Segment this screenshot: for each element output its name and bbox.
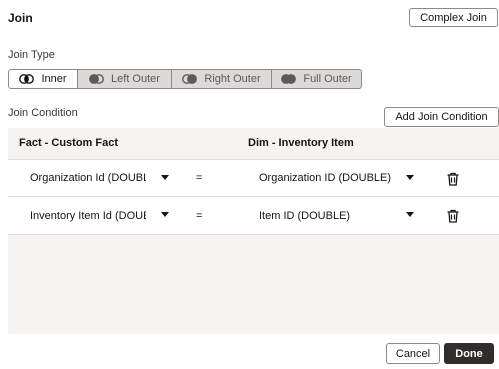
right-table-header: Dim - Inventory Item [248, 137, 354, 149]
chevron-down-icon[interactable] [161, 212, 169, 217]
chevron-down-icon[interactable] [406, 175, 414, 180]
trash-icon[interactable] [446, 209, 460, 223]
join-type-left-outer-label: Left Outer [111, 73, 160, 85]
cancel-button[interactable]: Cancel [386, 343, 440, 364]
dialog-title: Join [8, 11, 33, 25]
right-column-select[interactable]: Item ID (DOUBLE) [259, 210, 399, 222]
done-button[interactable]: Done [444, 343, 494, 364]
venn-full-icon [281, 74, 297, 84]
join-type-inner-label: Inner [41, 73, 67, 85]
venn-right-icon [182, 74, 198, 84]
venn-inner-icon [19, 74, 35, 84]
join-condition-label: Join Condition [8, 107, 78, 119]
row-divider [8, 234, 499, 235]
join-type-right-outer-label: Right Outer [204, 73, 261, 85]
venn-left-icon [89, 74, 104, 84]
join-type-selector: Inner Left Outer Right Outer Full Outer [8, 69, 362, 89]
join-type-full-outer[interactable]: Full Outer [271, 70, 361, 88]
join-type-inner[interactable]: Inner [9, 70, 77, 88]
add-join-condition-button[interactable]: Add Join Condition [384, 107, 499, 127]
equals-operator: = [196, 172, 203, 184]
left-table-header: Fact - Custom Fact [19, 137, 119, 149]
join-type-label: Join Type [8, 49, 55, 61]
chevron-down-icon[interactable] [161, 175, 169, 180]
chevron-down-icon[interactable] [406, 212, 414, 217]
join-type-right-outer[interactable]: Right Outer [171, 70, 271, 88]
left-column-select[interactable]: Organization Id (DOUBL [30, 172, 146, 184]
join-type-full-outer-label: Full Outer [303, 73, 352, 85]
trash-icon[interactable] [446, 172, 460, 186]
left-column-select[interactable]: Inventory Item Id (DOUE [30, 210, 146, 222]
equals-operator: = [196, 210, 203, 222]
join-type-left-outer[interactable]: Left Outer [77, 70, 171, 88]
right-column-select[interactable]: Organization ID (DOUBLE) [259, 172, 399, 184]
complex-join-button[interactable]: Complex Join [409, 8, 498, 27]
